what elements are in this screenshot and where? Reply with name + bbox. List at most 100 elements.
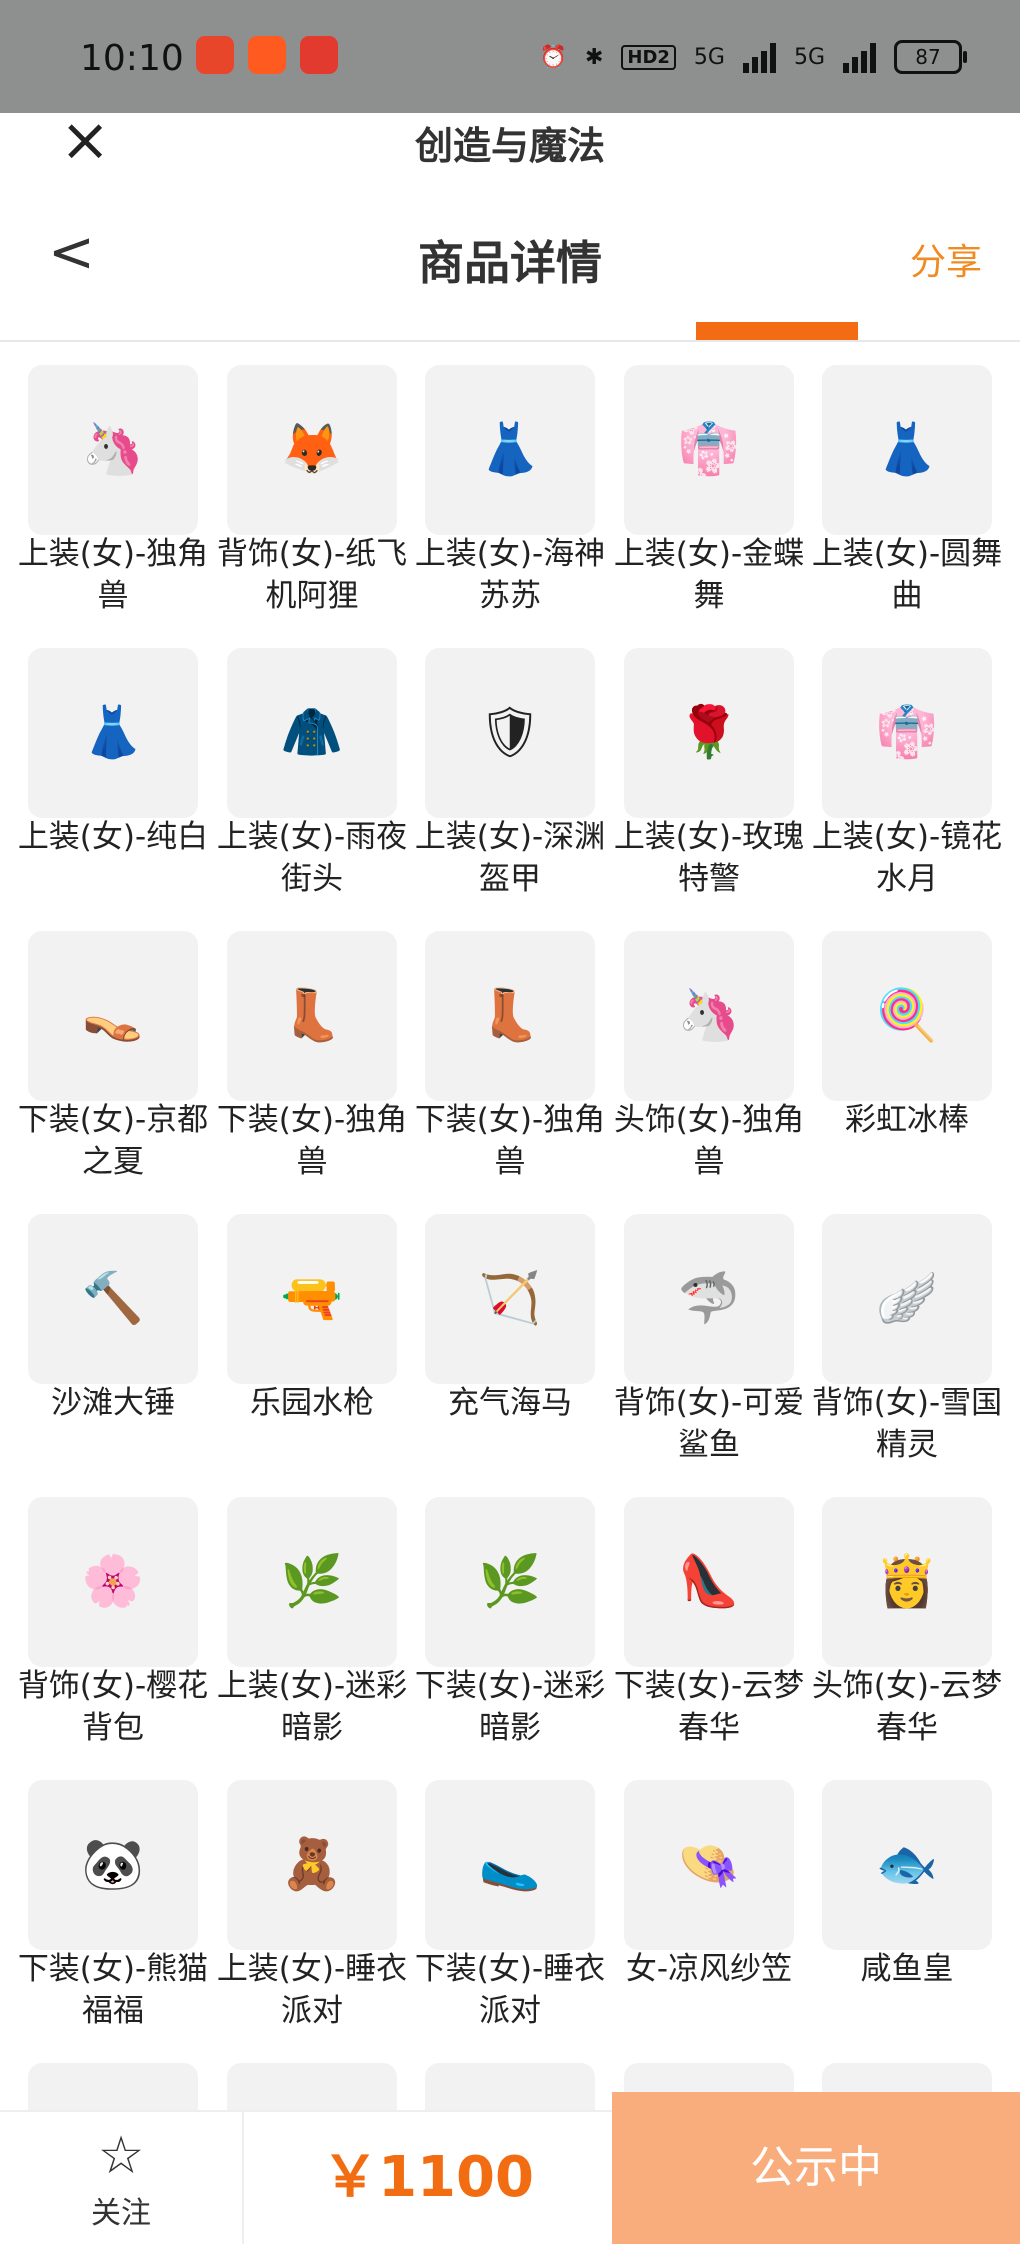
item-image-icon: 🦈 (677, 1269, 741, 1327)
item-label: 上装(女)-玫瑰特警 (613, 819, 805, 897)
item-card[interactable] (28, 2033, 198, 2114)
item-label: 上装(女)-迷彩暗影 (216, 1668, 408, 1746)
item-card[interactable]: 👗 上装(女)-纯白 (18, 618, 208, 888)
status-time: 10:10 (80, 38, 184, 79)
item-image-icon: 👗 (478, 420, 542, 478)
item-label: 背饰(女)-雪国精灵 (811, 1385, 1003, 1463)
item-card[interactable]: 🧥 上装(女)-雨夜街头 (217, 618, 407, 897)
item-image-icon: 🌿 (280, 1552, 344, 1610)
item-card[interactable]: 👸 头饰(女)-云梦春华 (812, 1467, 1002, 1746)
item-thumbnail: 👢 (227, 931, 397, 1101)
status-button[interactable]: 公示中 (612, 2092, 1020, 2244)
item-label: 上装(女)-睡衣派对 (216, 1951, 408, 2029)
item-card[interactable]: 🎀 (227, 2033, 397, 2114)
status-indicators: ⏰ ✱ HD2 5G 5G 87 (540, 40, 967, 74)
item-image-icon: 🐟 (875, 1835, 939, 1893)
item-thumbnail: 🧥 (227, 648, 397, 818)
star-icon: ☆ (97, 2126, 145, 2186)
item-label: 下装(女)-京都之夏 (17, 1102, 209, 1180)
item-label: 下装(女)-迷彩暗影 (414, 1668, 606, 1746)
item-card[interactable]: 🌹 上装(女)-玫瑰特警 (614, 618, 804, 897)
follow-button[interactable]: ☆ 关注 (0, 2112, 244, 2244)
item-card[interactable]: 🌿 下装(女)-迷彩暗影 (415, 1467, 605, 1746)
item-card[interactable]: 🪽 背饰(女)-雪国精灵 (812, 1184, 1002, 1463)
item-card[interactable]: 🧸 上装(女)-睡衣派对 (217, 1750, 407, 2029)
item-thumbnail: 🥿 (425, 1780, 595, 1950)
item-label: 背饰(女)-樱花背包 (17, 1668, 209, 1746)
item-label: 下装(女)-睡衣派对 (414, 1951, 606, 2029)
item-label: 彩虹冰棒 (845, 1102, 969, 1138)
item-card[interactable]: 👢 下装(女)-独角兽 (217, 901, 407, 1180)
item-image-icon: 🌹 (677, 703, 741, 761)
item-label: 充气海马 (448, 1385, 572, 1421)
item-card[interactable]: 🔨 沙滩大锤 (28, 1184, 198, 1454)
item-image-icon: 👢 (280, 986, 344, 1044)
item-thumbnail: 💧 (425, 2063, 595, 2114)
item-card[interactable]: 🦄 头饰(女)-独角兽 (614, 901, 804, 1180)
item-card[interactable]: 🌸 背饰(女)-樱花背包 (18, 1467, 208, 1746)
item-card[interactable]: 🍭 彩虹冰棒 (822, 901, 992, 1171)
item-thumbnail: 🪽 (822, 1214, 992, 1384)
item-label: 咸鱼皇 (860, 1951, 954, 1987)
item-card[interactable]: 👗 上装(女)-圆舞曲 (812, 340, 1002, 614)
item-image-icon: 👢 (478, 986, 542, 1044)
item-card[interactable]: 🌿 上装(女)-迷彩暗影 (217, 1467, 407, 1746)
follow-label: 关注 (91, 2196, 151, 2231)
item-card[interactable]: 🥿 下装(女)-睡衣派对 (415, 1750, 605, 2029)
item-image-icon: 🏹 (478, 1269, 542, 1327)
item-image-icon: 👒 (677, 1835, 741, 1893)
item-label: 下装(女)-独角兽 (414, 1102, 606, 1180)
item-card[interactable]: 🦈 背饰(女)-可爱鲨鱼 (614, 1184, 804, 1463)
item-grid: 🦄 上装(女)-独角兽 🦊 背饰(女)-纸飞机阿狸 👗 上装(女)-海神苏苏 👘 上装(女)-… (0, 340, 1020, 2114)
item-label: 上装(女)-圆舞曲 (811, 536, 1003, 614)
page-title: 商品详情 (418, 236, 602, 290)
item-thumbnail: 🦈 (624, 1214, 794, 1384)
item-card[interactable]: 🛡 上装(女)-深渊盔甲 (415, 618, 605, 897)
item-image-icon: 🌿 (478, 1552, 542, 1610)
item-image-icon: 👗 (875, 420, 939, 478)
item-label: 上装(女)-镜花水月 (811, 819, 1003, 897)
item-card[interactable]: 👘 上装(女)-金蝶舞 (614, 340, 804, 614)
item-card[interactable]: 🔫 乐园水枪 (227, 1184, 397, 1454)
page-header: < 商品详情 分享 (0, 173, 1020, 342)
item-image-icon: 👘 (875, 703, 939, 761)
item-card[interactable]: 🦄 上装(女)-独角兽 (18, 340, 208, 614)
item-label: 上装(女)-金蝶舞 (613, 536, 805, 614)
item-card[interactable]: 🐟 咸鱼皇 (822, 1750, 992, 2020)
signal-icon (742, 41, 776, 73)
item-image-icon: 🥿 (478, 1835, 542, 1893)
item-image-icon: 🧥 (280, 703, 344, 761)
item-thumbnail: 🍭 (822, 931, 992, 1101)
item-card[interactable]: 👒 女-凉风纱笠 (624, 1750, 794, 2020)
tab-indicator (696, 322, 858, 340)
item-thumbnail: 🧸 (227, 1780, 397, 1950)
item-thumbnail: 🌿 (425, 1497, 595, 1667)
item-image-icon: 🪽 (875, 1269, 939, 1327)
item-thumbnail: 🐼 (28, 1780, 198, 1950)
share-button[interactable]: 分享 (910, 233, 982, 285)
item-card[interactable]: 👘 上装(女)-镜花水月 (812, 618, 1002, 897)
item-label: 沙滩大锤 (51, 1385, 175, 1421)
item-thumbnail (28, 2063, 198, 2114)
app-icon (300, 36, 338, 74)
item-image-icon: 🦄 (81, 420, 145, 478)
item-card[interactable]: 🦊 背饰(女)-纸飞机阿狸 (217, 340, 407, 614)
item-image-icon: 👗 (81, 703, 145, 761)
item-card[interactable]: 👡 下装(女)-京都之夏 (18, 901, 208, 1180)
item-card[interactable]: 💧 (425, 2033, 595, 2114)
item-thumbnail: 🎀 (227, 2063, 397, 2114)
weibo-icon (196, 36, 234, 74)
item-card[interactable]: 🐼 下装(女)-熊猫福福 (18, 1750, 208, 2029)
signal-icon-2 (843, 41, 876, 73)
item-card[interactable]: 👢 下装(女)-独角兽 (415, 901, 605, 1180)
item-thumbnail: 👗 (28, 648, 198, 818)
item-label: 背饰(女)-纸飞机阿狸 (216, 536, 408, 614)
item-card[interactable]: 👠 下装(女)-云梦春华 (614, 1467, 804, 1746)
item-image-icon: 🔫 (280, 1269, 344, 1327)
item-card[interactable]: 🏹 充气海马 (425, 1184, 595, 1454)
item-thumbnail: 👗 (425, 365, 595, 535)
bluetooth-icon: ✱ (584, 44, 604, 70)
item-card[interactable]: 👗 上装(女)-海神苏苏 (415, 340, 605, 614)
item-image-icon: 👘 (677, 420, 741, 478)
item-thumbnail: 👘 (624, 365, 794, 535)
